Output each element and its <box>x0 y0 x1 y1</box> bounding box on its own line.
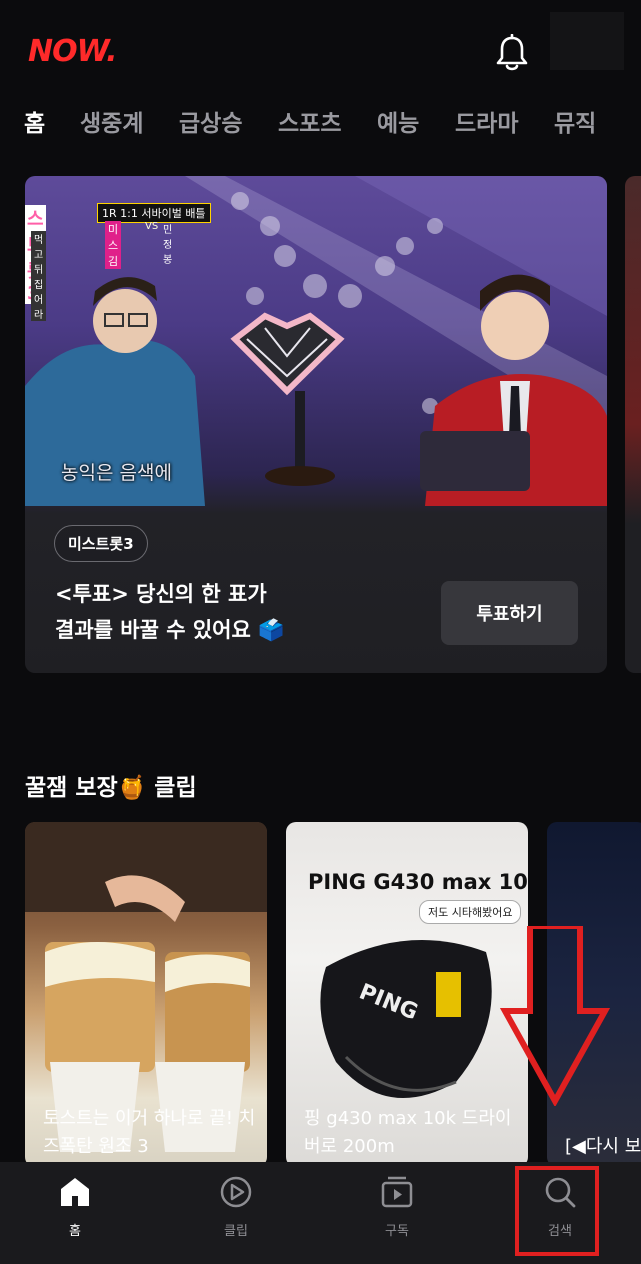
match-a: 미스김 <box>105 221 122 269</box>
next-banner-peek[interactable] <box>625 176 641 673</box>
clip-play-icon <box>220 1176 252 1208</box>
match-vs: VS <box>145 221 159 232</box>
vote-button[interactable]: 투표하기 <box>441 581 578 645</box>
tab-home[interactable]: 홈 <box>24 104 45 138</box>
hero-subtitle: 농익은 음색에 <box>61 462 172 484</box>
nav-home[interactable]: 홈 <box>30 1174 120 1239</box>
tab-sports[interactable]: 스포츠 <box>278 104 341 138</box>
app-header: NOW. <box>0 0 641 100</box>
show-tag[interactable]: 미스트롯3 <box>54 525 148 562</box>
hero-title-line2: 결과를 바꿀 수 있어요 🗳️ <box>55 618 285 642</box>
clip-caption: [◀다시 보기] 트모로우 <box>565 1136 641 1157</box>
clip-caption: 토스트는 이거 하나로 끝! 치즈폭탄 원조 3 <box>43 1108 256 1157</box>
hero-title-line1: <투표> 당신의 한 표가 <box>55 582 267 606</box>
clip-card[interactable]: 토스트는 이거 하나로 끝! 치즈폭탄 원조 3 <box>25 822 267 1167</box>
tab-music[interactable]: 뮤직 <box>554 104 596 138</box>
clips-section-title: 꿀잼 보장🍯 클립 <box>25 775 197 801</box>
hero-title: <투표> 당신의 한 표가 결과를 바꿀 수 있어요 🗳️ <box>55 576 415 648</box>
now-logo[interactable]: NOW. <box>28 34 117 69</box>
nav-subscribe[interactable]: 구독 <box>352 1174 442 1239</box>
nav-home-label: 홈 <box>69 1224 81 1239</box>
tab-drama[interactable]: 드라마 <box>455 104 518 138</box>
clip-caption: 핑 g430 max 10k 드라이버로 200m <box>304 1108 512 1157</box>
hero-banner[interactable]: 스트롯3 1R 1:1 서바이벌 배틀 미스김 VS 민정봉 먹고 뒤집어라 농… <box>25 176 607 673</box>
annotation-down-arrow <box>500 926 610 1106</box>
match-b: 민정봉 <box>163 225 173 266</box>
header-profile-area[interactable] <box>550 12 624 70</box>
nav-clip[interactable]: 클립 <box>191 1174 281 1239</box>
nav-clip-label: 클립 <box>224 1224 248 1239</box>
clip-card[interactable]: PING G430 max 10K 저도 시타해봤어요 PING 핑 g430 … <box>286 822 528 1167</box>
tab-trending[interactable]: 급상승 <box>179 104 242 138</box>
home-icon <box>61 1178 89 1206</box>
bell-icon[interactable] <box>494 34 530 72</box>
annotation-search-highlight-box <box>515 1166 599 1256</box>
nav-subscribe-label: 구독 <box>385 1224 409 1239</box>
subscribe-icon <box>381 1176 413 1208</box>
round-label: 1R 1:1 서바이벌 배틀 <box>97 203 211 223</box>
category-tabs: 홈 생중계 급상승 스포츠 예능 드라마 뮤직 <box>0 104 641 144</box>
tab-live[interactable]: 생중계 <box>80 104 143 138</box>
overlay-sub: 먹고 뒤집어라 <box>31 231 47 321</box>
tab-variety[interactable]: 예능 <box>377 104 419 138</box>
